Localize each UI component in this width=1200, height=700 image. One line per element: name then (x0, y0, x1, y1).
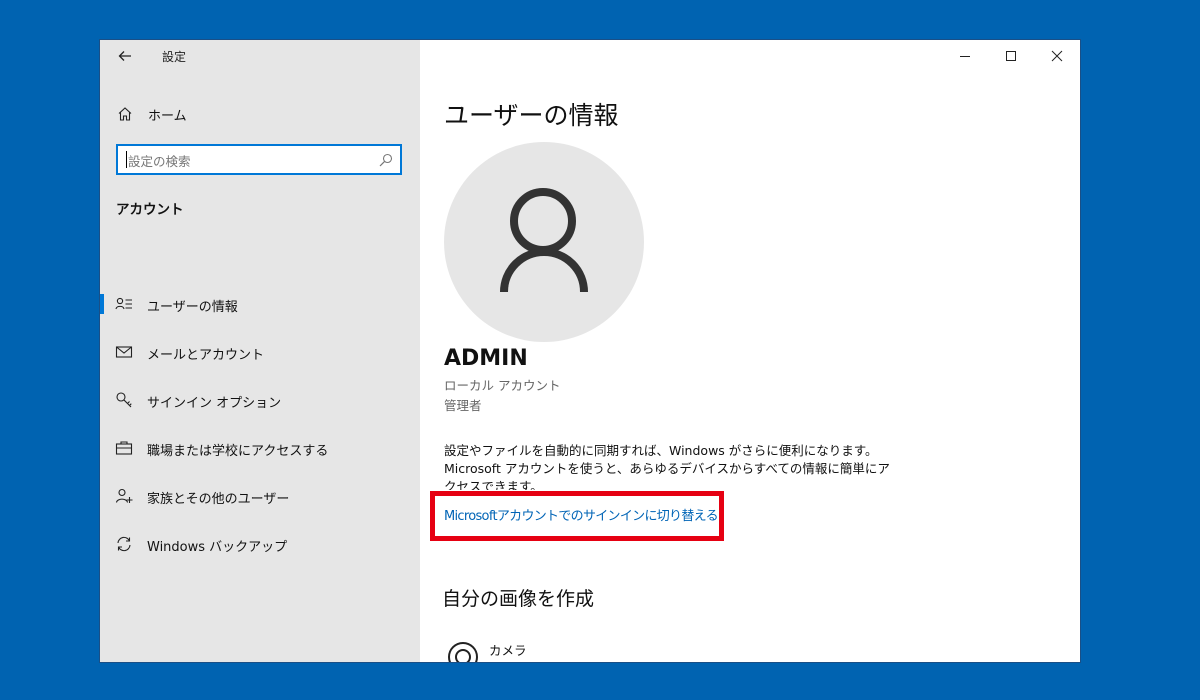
sidebar: 設定 ホーム 設定の検索 アカウント ユーザーの情報 メールとアカウント サイン… (100, 40, 420, 662)
avatar (444, 142, 644, 342)
camera-icon[interactable] (446, 640, 480, 662)
maximize-button[interactable] (988, 40, 1034, 72)
create-picture-title: 自分の画像を作成 (442, 588, 595, 610)
sync-icon (114, 533, 134, 555)
main-content: ユーザーの情報 ADMIN ローカル アカウント 管理者 設定やファイルを自動的… (420, 40, 1080, 662)
settings-window: 設定 ホーム 設定の検索 アカウント ユーザーの情報 メールとアカウント サイン… (100, 40, 1080, 662)
minimize-icon (960, 56, 970, 57)
account-name: ADMIN (444, 346, 528, 371)
sidebar-item-windows-backup[interactable]: Windows バックアップ (100, 527, 420, 561)
add-person-icon (114, 485, 134, 507)
search-input[interactable]: 設定の検索 (116, 144, 402, 175)
minimize-button[interactable] (942, 40, 988, 72)
person-icon (500, 188, 588, 293)
user-info-icon (114, 293, 134, 315)
page-title: ユーザーの情報 (444, 101, 619, 130)
sidebar-item-label: サインイン オプション (147, 396, 282, 411)
briefcase-icon (114, 437, 134, 459)
home-label: ホーム (148, 108, 187, 124)
close-button[interactable] (1034, 40, 1080, 72)
sidebar-item-user-info[interactable]: ユーザーの情報 (100, 287, 420, 321)
account-type: ローカル アカウント (444, 378, 561, 393)
close-icon (1051, 50, 1063, 62)
switch-to-microsoft-account-link[interactable]: Microsoftアカウントでのサインインに切り替える (444, 505, 719, 524)
sidebar-item-label: 家族とその他のユーザー (147, 492, 290, 507)
maximize-icon (1006, 51, 1016, 61)
sidebar-item-label: 職場または学校にアクセスする (147, 444, 329, 459)
search-placeholder: 設定の検索 (128, 154, 191, 169)
text-caret (126, 151, 127, 168)
section-title: アカウント (116, 202, 184, 218)
back-button[interactable] (114, 46, 136, 66)
search-icon[interactable] (378, 152, 394, 168)
sidebar-item-family-users[interactable]: 家族とその他のユーザー (100, 479, 420, 513)
camera-label: カメラ (489, 643, 527, 658)
app-title: 設定 (162, 50, 187, 64)
mail-icon (114, 341, 134, 363)
sidebar-item-signin-options[interactable]: サインイン オプション (100, 383, 420, 417)
sidebar-item-work-school[interactable]: 職場または学校にアクセスする (100, 431, 420, 465)
sidebar-item-mail-accounts[interactable]: メールとアカウント (100, 335, 420, 369)
sync-description: 設定やファイルを自動的に同期すれば、Windows がさらに便利になります。Mi… (444, 443, 890, 490)
home-icon (114, 103, 136, 125)
sidebar-item-home[interactable]: ホーム (114, 102, 187, 126)
key-icon (114, 389, 134, 411)
sidebar-item-label: メールとアカウント (147, 348, 265, 363)
sidebar-item-label: Windows バックアップ (147, 540, 288, 555)
account-role: 管理者 (444, 398, 482, 413)
back-arrow-icon (118, 51, 131, 61)
sidebar-item-label: ユーザーの情報 (147, 300, 238, 315)
selection-indicator (100, 294, 104, 314)
